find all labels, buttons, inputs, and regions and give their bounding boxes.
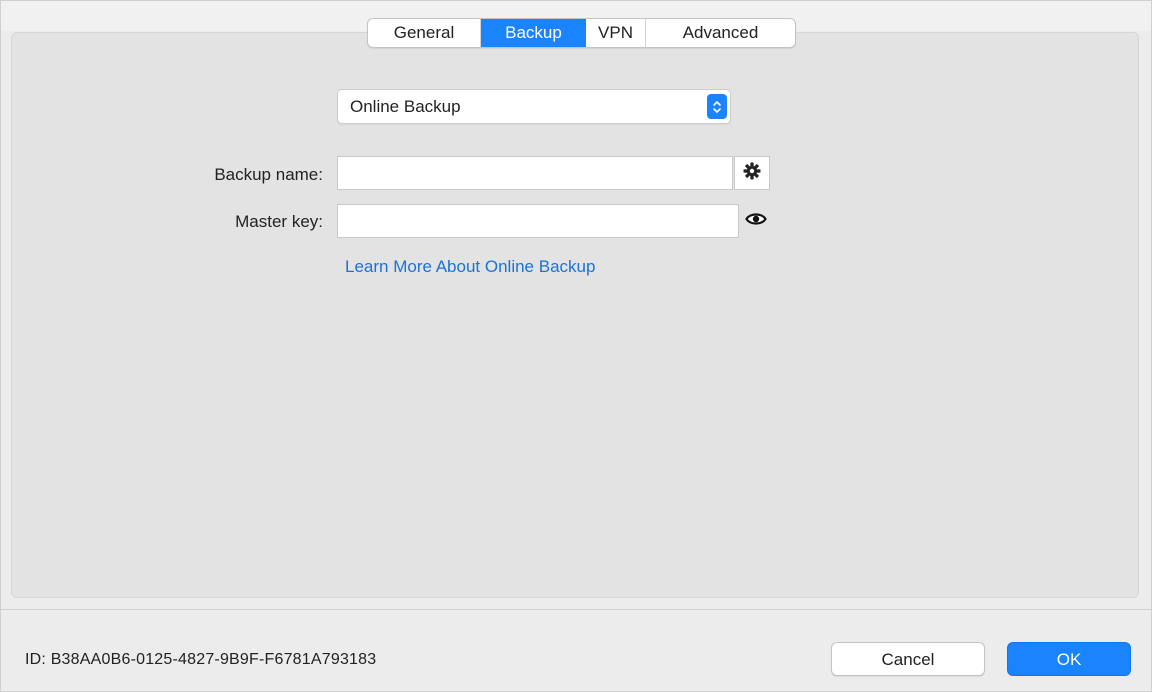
eye-icon	[745, 211, 767, 232]
tab-advanced[interactable]: Advanced	[646, 19, 795, 47]
backup-type-value: Online Backup	[350, 97, 461, 116]
backup-name-label: Backup name:	[214, 165, 323, 184]
backup-type-select[interactable]: Online Backup	[337, 89, 731, 124]
tab-general[interactable]: General	[368, 19, 481, 47]
tab-bar: General Backup VPN Advanced	[367, 18, 796, 48]
backup-settings-window: General Backup VPN Advanced Online Backu…	[0, 0, 1152, 692]
gear-icon	[742, 161, 762, 186]
backup-name-settings-button[interactable]	[734, 156, 770, 190]
tab-vpn[interactable]: VPN	[586, 19, 646, 47]
master-key-label: Master key:	[235, 212, 323, 231]
ok-button[interactable]: OK	[1007, 642, 1131, 676]
master-key-input[interactable]	[337, 204, 739, 238]
learn-more-link[interactable]: Learn More About Online Backup	[345, 257, 595, 277]
cancel-button[interactable]: Cancel	[831, 642, 985, 676]
chevron-up-down-icon	[707, 94, 727, 119]
show-master-key-button[interactable]	[739, 204, 773, 238]
device-id-text: ID: B38AA0B6-0125-4827-9B9F-F6781A793183	[25, 651, 377, 668]
backup-name-input[interactable]	[337, 156, 733, 190]
tab-backup[interactable]: Backup	[481, 19, 586, 47]
